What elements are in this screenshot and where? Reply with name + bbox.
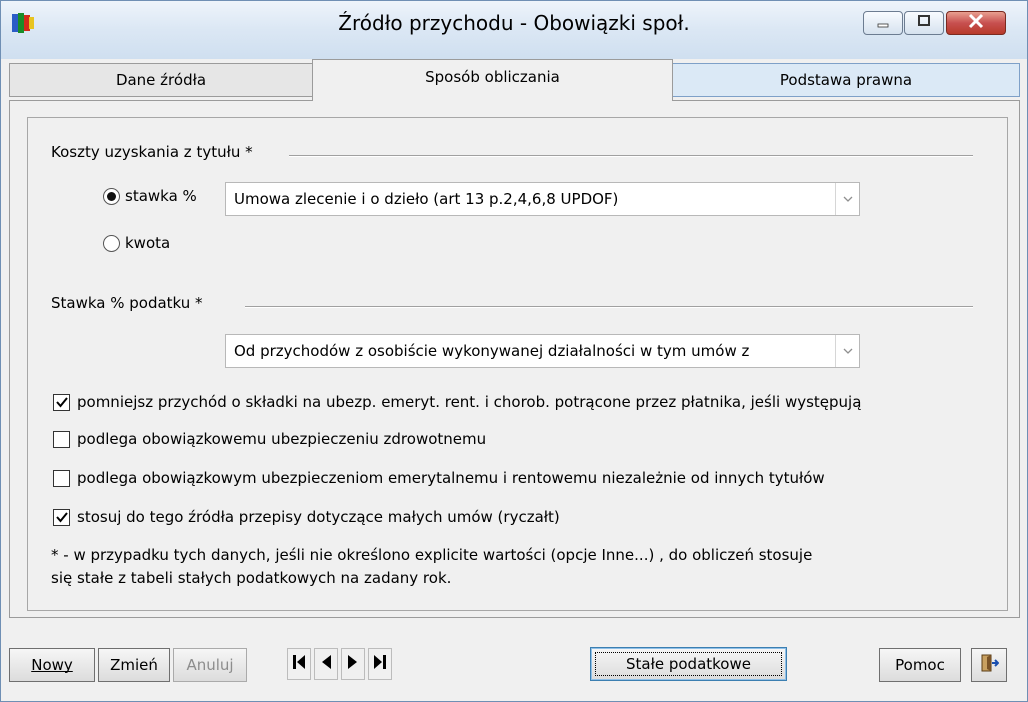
next-record-icon [347,654,359,674]
maximize-button[interactable] [904,11,944,35]
title-bar: Źródło przychodu - Obowiązki społ. [1,1,1027,59]
next-record-button[interactable] [341,648,365,680]
help-button-label: Pomoc [895,656,945,674]
checkbox-reduce-income[interactable] [53,394,70,411]
help-button[interactable]: Pomoc [879,648,961,682]
checkbox-label: podlega obowiązkowemu ubezpieczeniu zdro… [77,430,487,448]
checkbox-health-insurance[interactable] [53,431,70,448]
footnote-line1: * - w przypadku tych danych, jeśli nie o… [51,546,813,564]
checkmark-icon [55,397,68,408]
checkmark-icon [55,512,68,523]
minimize-button[interactable] [863,11,903,35]
tab-label: Sposób obliczania [425,67,560,86]
section-divider [289,155,973,157]
new-button[interactable]: Nowy [9,648,95,682]
radio-rate-label: stawka % [125,187,197,205]
exit-door-icon [979,653,1000,677]
dialog-window: Źródło przychodu - Obowiązki społ. Dane … [0,0,1028,702]
checkbox-label: stosuj do tego źródła przepisy dotyczące… [77,508,560,526]
radio-rate[interactable] [103,188,120,205]
tax-constants-label: Stałe podatkowe [595,652,782,676]
costs-combo-value: Umowa zlecenie i o dzieło (art 13 p.2,4,… [234,190,619,208]
tab-label: Podstawa prawna [779,71,913,89]
cancel-button-label: Anuluj [186,656,234,674]
tax-combo[interactable]: Od przychodów z osobiście wykonywanej dz… [225,334,860,368]
tab-label: Dane źródła [115,71,207,89]
maximize-icon [916,14,932,32]
chevron-down-icon[interactable] [835,183,859,215]
checkbox-label: podlega obowiązkowym ubezpieczeniom emer… [77,469,825,487]
checkbox-small-contracts[interactable] [53,509,70,526]
last-record-button[interactable] [368,648,392,680]
prev-record-button[interactable] [314,648,338,680]
tax-constants-button[interactable]: Stałe podatkowe [590,647,787,681]
exit-button[interactable] [971,648,1007,682]
edit-button[interactable]: Zmień [98,648,170,682]
first-record-button[interactable] [287,648,311,680]
checkbox-label: pomniejsz przychód o składki na ubezp. e… [77,393,862,411]
costs-section-label: Koszty uzyskania z tytułu * [51,143,253,161]
tax-section-label: Stawka % podatku * [51,294,203,312]
edit-button-label: Zmień [110,656,158,674]
tab-dane-zrodla[interactable]: Dane źródła [9,63,313,97]
chevron-down-icon[interactable] [835,335,859,367]
minimize-icon [875,14,891,32]
close-icon [967,13,985,33]
costs-combo[interactable]: Umowa zlecenie i o dzieło (art 13 p.2,4,… [225,182,860,216]
tab-podstawa-prawna[interactable]: Podstawa prawna [672,63,1020,97]
new-button-label: Nowy [31,656,73,674]
footnote-line2: się stałe z tabeli stałych podatkowych n… [51,569,452,587]
tax-combo-value: Od przychodów z osobiście wykonywanej dz… [234,342,750,360]
close-button[interactable] [946,11,1006,35]
section-divider [245,306,973,308]
tab-sposob-obliczania[interactable]: Sposób obliczania [312,59,673,101]
cancel-button[interactable]: Anuluj [173,648,247,682]
radio-amount[interactable] [103,235,120,252]
prev-record-icon [320,654,332,674]
checkbox-pension-insurance[interactable] [53,470,70,487]
last-record-icon [373,654,387,674]
first-record-icon [292,654,306,674]
radio-amount-label: kwota [125,234,171,252]
